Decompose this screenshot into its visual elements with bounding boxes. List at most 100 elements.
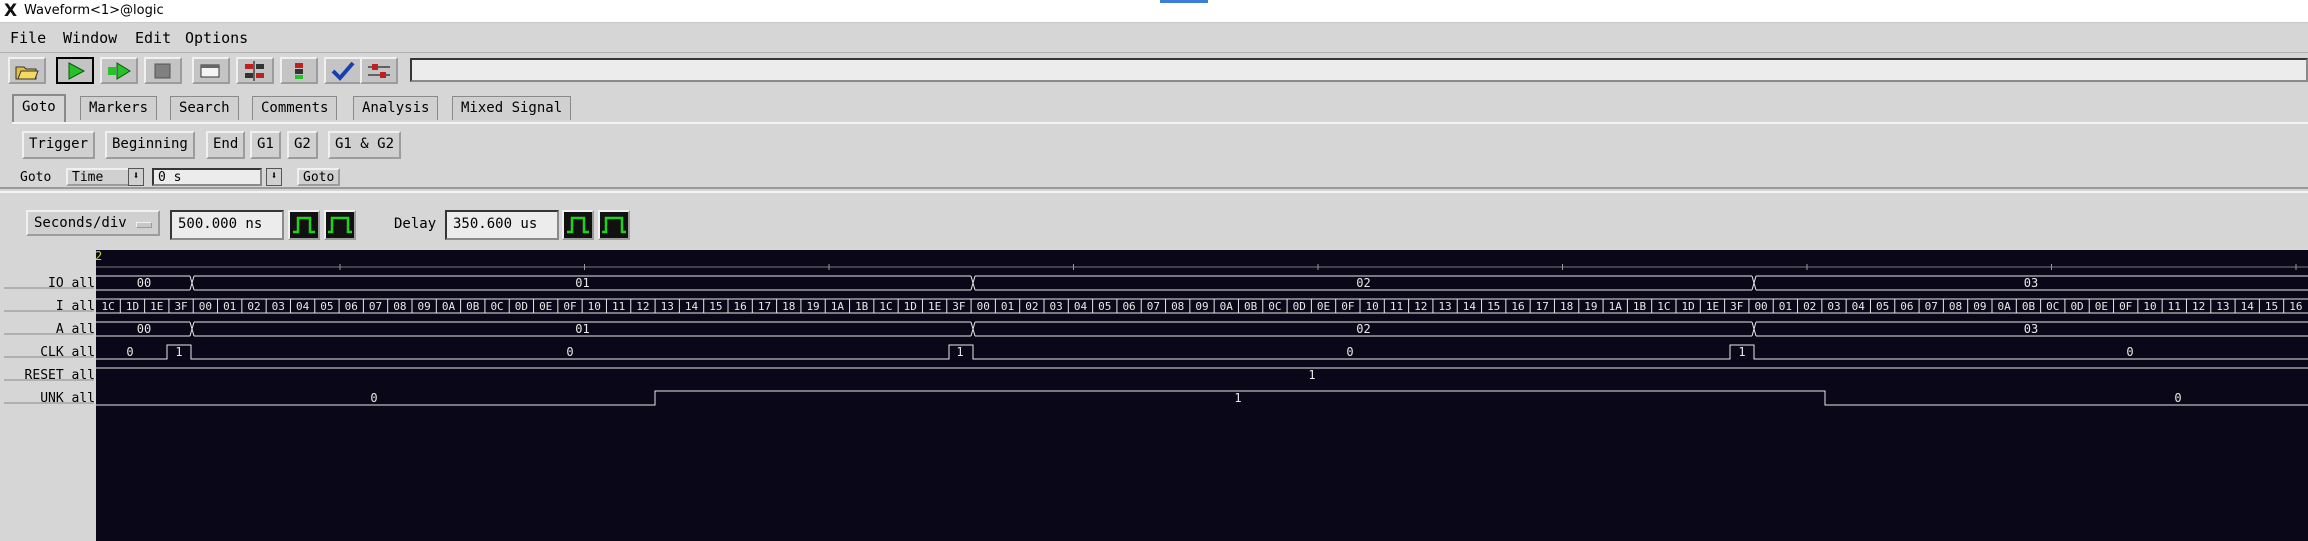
waveform-display[interactable]: 2 00 01 02 0300 01 02 031C 1D 1E 3F 00 01 02 03 04 05 06… — [0, 250, 2308, 541]
run-icon[interactable] — [56, 57, 94, 84]
i-bus-value: 03 — [1827, 300, 1840, 313]
i-bus-value: 08 — [1949, 300, 1962, 313]
clk-value: 0 — [566, 345, 573, 359]
tab-goto[interactable]: Goto — [12, 94, 66, 122]
tab-mixed-signal[interactable]: Mixed Signal — [452, 96, 572, 120]
tab-markers[interactable]: Markers — [80, 96, 158, 120]
i-bus-value: 07 — [1925, 300, 1938, 313]
tab-search[interactable]: Search — [170, 96, 239, 120]
i-bus-value: 0E — [2095, 300, 2108, 313]
scroll-right-pulse-icon[interactable] — [598, 210, 630, 240]
i-bus-value: 16 — [734, 300, 747, 313]
clk-value: 1 — [956, 345, 963, 359]
menu-file[interactable]: File — [10, 29, 46, 47]
i-bus-value: 0F — [563, 300, 576, 313]
i-bus-value: 07 — [369, 300, 382, 313]
i-bus-value: 04 — [296, 300, 310, 313]
window-title: Waveform<1>@logic — [24, 3, 164, 18]
run-repetitive-icon[interactable] — [100, 57, 138, 84]
title-accent — [1160, 0, 1208, 3]
delay-input[interactable]: 350.600 us — [445, 210, 559, 240]
io-bus-value: 00 — [137, 276, 151, 290]
i-bus-value: 1A — [831, 300, 845, 313]
menu-options[interactable]: Options — [185, 29, 248, 47]
arrow-down-icon[interactable]: ⬇ — [128, 168, 144, 186]
i-bus-value: 3F — [1730, 300, 1743, 313]
i-bus-value: 0D — [515, 300, 528, 313]
i-bus-value: 19 — [1584, 300, 1597, 313]
arrow-down-icon[interactable]: ⬇ — [266, 168, 282, 186]
i-bus-value: 0A — [1998, 300, 2012, 313]
zoom-in-pulse-icon[interactable] — [324, 210, 356, 240]
goto-label: Goto — [20, 170, 52, 185]
end-button[interactable]: End — [206, 131, 246, 159]
goto-button[interactable]: Goto — [297, 168, 341, 186]
marker-label: 2 — [95, 250, 102, 263]
toolbar-status-field[interactable] — [410, 58, 2308, 82]
goto-mode-select[interactable]: Time — [66, 168, 136, 186]
i-bus-value: 17 — [758, 300, 771, 313]
trigger-button[interactable]: Trigger — [22, 131, 96, 159]
i-bus-value: 0B — [466, 300, 480, 313]
ladder-icon[interactable] — [236, 57, 274, 84]
seconds-div-select[interactable]: Seconds/div — [26, 210, 160, 236]
single-window-icon[interactable] — [192, 57, 230, 84]
tab-comments[interactable]: Comments — [252, 96, 338, 120]
i-bus-value: 14 — [1463, 300, 1477, 313]
scroll-left-pulse-icon[interactable] — [562, 210, 594, 240]
zoom-out-pulse-icon[interactable] — [288, 210, 320, 240]
i-bus-value: 17 — [1536, 300, 1549, 313]
i-bus-value: 02 — [247, 300, 260, 313]
waveform-background — [96, 250, 2308, 541]
i-bus-value: 18 — [1560, 300, 1573, 313]
i-bus-value: 08 — [1171, 300, 1184, 313]
g2-button[interactable]: G2 — [287, 131, 318, 159]
i-bus-value: 09 — [418, 300, 431, 313]
open-folder-icon[interactable] — [8, 57, 46, 84]
tab-analysis[interactable]: Analysis — [353, 96, 439, 120]
i-bus-value: 0A — [1220, 300, 1234, 313]
goto-row: Goto Time ⬇ 0 s ⬇ Goto — [12, 168, 2308, 188]
i-bus-value: 04 — [1852, 300, 1866, 313]
seconds-div-input[interactable]: 500.000 ns — [170, 210, 284, 240]
i-bus-value: 0C — [1268, 300, 1281, 313]
i-bus-value: 10 — [1366, 300, 1379, 313]
g1-button[interactable]: G1 — [250, 131, 281, 159]
i-bus-value: 11 — [612, 300, 625, 313]
i-bus-value: 0E — [539, 300, 552, 313]
i-bus-value: 1A — [1609, 300, 1623, 313]
clk-value: 1 — [1738, 345, 1745, 359]
dropdown-icon — [136, 222, 152, 228]
a-bus-value: 02 — [1356, 322, 1370, 336]
beginning-button[interactable]: Beginning — [105, 131, 195, 159]
split-icon[interactable] — [280, 57, 318, 84]
i-bus-value: 08 — [393, 300, 406, 313]
i-bus-value: 03 — [1050, 300, 1063, 313]
check-icon[interactable] — [324, 57, 362, 84]
i-bus-value: 06 — [345, 300, 358, 313]
i-bus-value: 09 — [1973, 300, 1986, 313]
i-bus-value: 3F — [174, 300, 187, 313]
i-bus-value: 10 — [2143, 300, 2156, 313]
i-bus-value: 05 — [1098, 300, 1111, 313]
goto-value-input[interactable]: 0 s — [152, 168, 262, 186]
unk-value: 1 — [1234, 391, 1241, 405]
a-bus-value: 01 — [575, 322, 589, 336]
i-bus-value: 12 — [1414, 300, 1427, 313]
io-bus-value: 01 — [575, 276, 589, 290]
settings-slider-icon[interactable] — [360, 57, 398, 84]
i-bus-value: 02 — [1025, 300, 1038, 313]
title-bar: X Waveform<1>@logic — [0, 0, 2308, 23]
menu-edit[interactable]: Edit — [135, 29, 171, 47]
i-bus-value: 09 — [1195, 300, 1208, 313]
i-bus-value: 1D — [1682, 300, 1695, 313]
clk-value: 0 — [126, 345, 133, 359]
i-bus-value: 1C — [102, 300, 115, 313]
i-bus-value: 1E — [150, 300, 163, 313]
i-bus-value: 06 — [1900, 300, 1913, 313]
i-bus-value: 0D — [2070, 300, 2083, 313]
io-bus-value: 03 — [2024, 276, 2038, 290]
g1-g2-button[interactable]: G1 & G2 — [328, 131, 402, 159]
menu-window[interactable]: Window — [63, 29, 117, 47]
stop-icon[interactable] — [144, 57, 182, 84]
